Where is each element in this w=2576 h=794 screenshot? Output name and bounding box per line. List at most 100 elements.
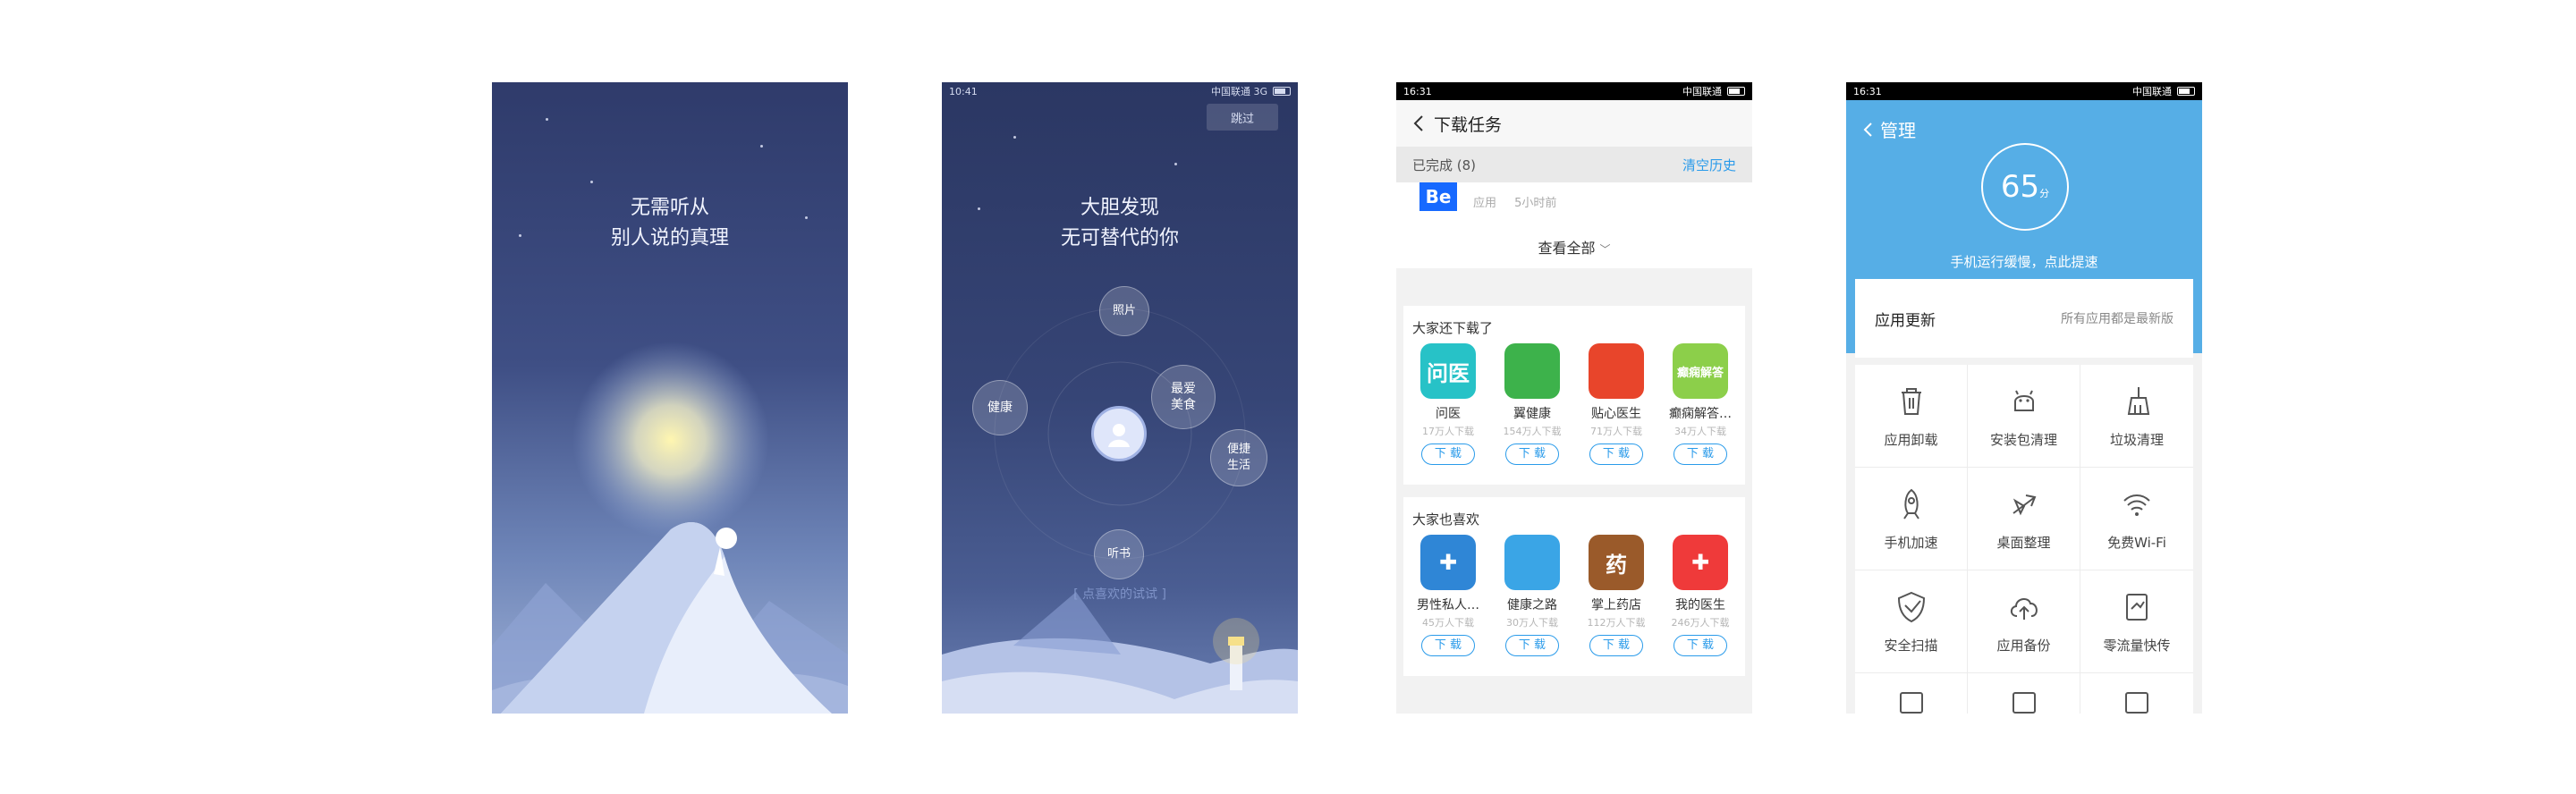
chevron-down-icon: ﹀ [1599,243,1611,256]
app-icon: 癫痫解答 [1673,343,1728,399]
download-count: 71万人下载 [1590,426,1642,437]
desktop-tidy-icon [2012,494,2036,515]
tool-label: 手机加速 [1884,534,1938,551]
shield-icon [1897,591,1925,622]
rocket-icon [1902,488,1919,519]
app-tile[interactable]: 翼健康 154万人下载下 载 [1493,343,1572,465]
broom-icon [2127,386,2150,415]
clear-history-button[interactable]: 清空历史 [1682,156,1736,174]
photo-icon [1899,692,1923,714]
recommend-card-1: 大家还下载了 问医 问医 17万人下载下 载翼健康 154万人下载下 载贴心医生 71万… [1403,306,1745,485]
app-update-row[interactable]: 应用更新 所有应用都是最新版 [1855,279,2193,358]
download-count: 154万人下载 [1503,426,1562,437]
app-tile[interactable]: 问医 问医 17万人下载下 载 [1409,343,1487,465]
image-icon [2012,692,2036,714]
app-name: 癫痫解答… [1669,407,1732,421]
tool-label: 安全扫描 [1884,637,1938,654]
download-tasks-screen: 16:31 中国联通 下载任务 已完成 (8) 清空历史 Be 应用 5小时前 … [1396,82,1752,714]
trash-icon [1901,387,1921,415]
tool-label: 垃圾清理 [2109,431,2164,448]
tool-label: 应用备份 [1996,637,2051,654]
back-arrow-icon[interactable] [1412,114,1425,132]
see-all-label: 查看全部 [1538,240,1596,257]
app-name: 翼健康 [1513,407,1551,421]
status-bar: 16:31 中国联通 [1846,82,2202,100]
tool-label: 桌面整理 [1996,534,2051,551]
lighthouse-illustration [942,592,1298,714]
download-button[interactable]: 下 载 [1505,443,1559,465]
download-button[interactable]: 下 载 [1505,635,1559,656]
app-icon: ✚ [1420,535,1476,590]
tool-trash[interactable]: 应用卸载 [1855,365,1968,468]
health-score-button[interactable]: 65 分 [1981,143,2069,231]
status-bar: 16:31 中国联通 [1396,82,1752,100]
tool-grid: 应用卸载 安装包清理 垃圾清理手机加速 桌面整理 免费Wi-Fi 安全扫描 应用备份 零流量快… [1855,365,2193,714]
app-name: 贴心医生 [1591,407,1641,421]
manage-screen: 16:31 中国联通 管理 65 分 手机运行缓慢，点此提速 应用更新 所有应用… [1846,82,2202,714]
app-name: 掌上药店 [1591,598,1641,612]
app-tile[interactable]: 健康之路 30万人下载下 载 [1493,535,1572,656]
back-button[interactable]: 管理 [1862,116,1916,142]
see-all-button[interactable]: 查看全部 ﹀ [1396,236,1752,258]
app-tile[interactable]: 癫痫解答 癫痫解答… 34万人下载下 载 [1661,343,1740,465]
tool-android[interactable]: 安装包清理 [1968,365,2080,468]
tool-wifi[interactable]: 免费Wi-Fi [2080,468,2193,570]
tool-partial[interactable] [2080,673,2193,714]
cloud-upload-icon [2010,597,2038,620]
mountain-illustration [492,342,848,714]
app-icon: 问医 [1420,343,1476,399]
tool-label: 应用卸载 [1884,431,1938,448]
back-arrow-icon [1863,122,1872,137]
app-name: 男性私人… [1417,598,1479,612]
tool-partial[interactable] [1855,673,1968,714]
app-time: 5小时前 [1514,197,1557,210]
speedup-hint[interactable]: 手机运行缓慢，点此提速 [1846,252,2202,271]
download-count: 45万人下载 [1422,617,1474,629]
tool-rocket[interactable]: 手机加速 [1855,468,1968,570]
app-name: 健康之路 [1507,598,1557,612]
download-button[interactable]: 下 载 [1421,635,1475,656]
app-name: 问医 [1436,407,1461,421]
download-button[interactable]: 下 载 [1674,635,1727,656]
app-update-title: 应用更新 [1875,311,1936,330]
recent-meta: 应用 5小时前 [1473,193,1571,210]
app-tile[interactable]: 贴心医生 71万人下载下 载 [1577,343,1656,465]
recent-download-item[interactable]: Be 应用 5小时前 查看全部 ﹀ [1396,182,1752,268]
download-count: 17万人下载 [1422,426,1474,437]
tool-label: 零流量快传 [2103,637,2171,654]
app-icon: 药 [1589,535,1644,590]
app-icon: Be [1419,182,1457,211]
app-icon: ✚ [1673,535,1728,590]
folder-icon [2125,692,2148,714]
app-name: 我的医生 [1675,598,1725,612]
score-value: 65 [2000,169,2040,205]
battery-icon [2177,87,2195,96]
completed-count: 已完成 (8) [1412,156,1477,173]
tool-broom[interactable]: 垃圾清理 [2080,365,2193,468]
tool-cloud-upload[interactable]: 应用备份 [1968,570,2080,673]
download-button[interactable]: 下 载 [1674,443,1727,465]
app-tile[interactable]: ✚ 我的医生 246万人下载下 载 [1661,535,1740,656]
tool-shield[interactable]: 安全扫描 [1855,570,1968,673]
status-time: 16:31 [1403,85,1432,97]
android-icon [2013,390,2034,411]
page-title: 管理 [1880,120,1916,141]
tool-transfer[interactable]: 零流量快传 [2080,570,2193,673]
app-update-status: 所有应用都是最新版 [2061,312,2174,326]
download-count: 30万人下载 [1506,617,1558,629]
app-icon [1504,343,1560,399]
section-title: 大家也喜欢 [1412,511,1480,528]
tool-label: 免费Wi-Fi [2107,534,2166,551]
download-button[interactable]: 下 载 [1589,635,1643,656]
page-title: 下载任务 [1434,114,1503,135]
tool-partial[interactable] [1968,673,2080,714]
download-button[interactable]: 下 载 [1421,443,1475,465]
completed-bar: 已完成 (8) 清空历史 [1396,147,1752,182]
download-button[interactable]: 下 载 [1589,443,1643,465]
transfer-icon [2126,593,2148,621]
page-header: 下载任务 [1396,100,1752,147]
app-tile[interactable]: 药掌上药店 112万人下载下 载 [1577,535,1656,656]
tool-desktop-tidy[interactable]: 桌面整理 [1968,468,2080,570]
app-tile[interactable]: ✚ 男性私人… 45万人下载下 载 [1409,535,1487,656]
status-carrier: 中国联通 [2132,86,2172,97]
